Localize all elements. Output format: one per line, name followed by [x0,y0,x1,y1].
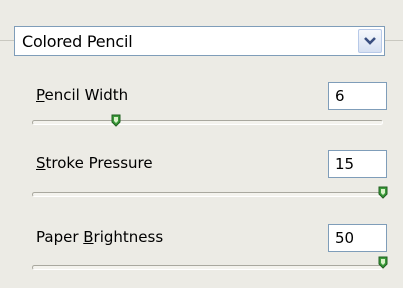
pencil-width-slider-track[interactable] [32,120,383,125]
control-paper-brightness: Paper Brightness 50 [0,218,403,288]
stroke-pressure-label: Stroke Pressure [36,154,153,172]
pencil-width-label: Pencil Width [36,86,129,104]
chevron-down-icon [364,37,376,45]
paper-brightness-label: Paper Brightness [36,228,164,246]
stroke-pressure-input[interactable]: 15 [328,150,387,178]
pencil-width-input[interactable]: 6 [328,82,387,110]
dropdown-arrow-button[interactable] [358,29,382,53]
paper-brightness-slider-track[interactable] [32,265,383,270]
filter-options-panel: Colored Pencil Pencil Width 6 Stroke Pre… [0,0,403,277]
paper-brightness-input[interactable]: 50 [328,224,387,252]
group-divider [0,40,14,41]
filter-select-value: Colored Pencil [22,32,133,51]
group-divider [385,40,403,41]
control-pencil-width: Pencil Width 6 [0,78,403,148]
slider-thumb-icon[interactable] [377,186,389,200]
stroke-pressure-slider-track[interactable] [32,192,383,197]
slider-thumb-icon[interactable] [110,114,122,128]
slider-thumb-icon[interactable] [377,256,389,270]
filter-select[interactable]: Colored Pencil [14,26,385,56]
control-stroke-pressure: Stroke Pressure 15 [0,146,403,216]
